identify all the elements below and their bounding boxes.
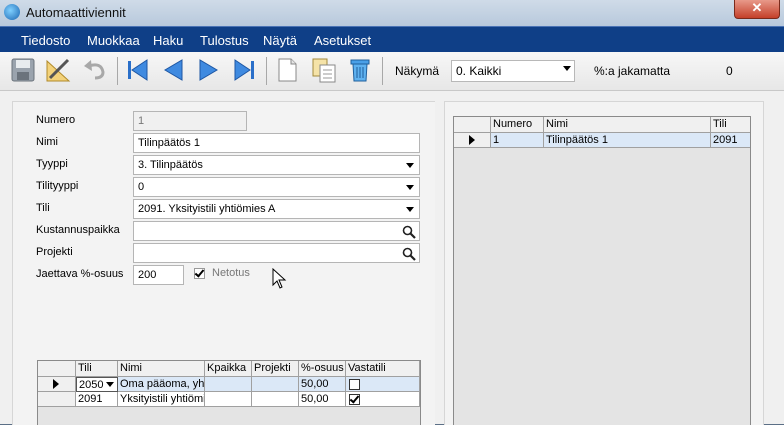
first-record-button[interactable]	[123, 56, 151, 84]
menu-nayta[interactable]: Näytä	[263, 33, 297, 48]
chevron-down-icon	[406, 163, 414, 168]
save-button[interactable]	[9, 56, 37, 84]
table-cell-kpaikka[interactable]	[205, 377, 252, 392]
grid-corner	[454, 117, 491, 133]
column-header-nimi[interactable]: Nimi	[544, 117, 711, 133]
jaettava-label: Jaettava %-osuus	[36, 268, 124, 280]
kustannuspaikka-label: Kustannuspaikka	[36, 224, 120, 236]
column-header-nimi[interactable]: Nimi	[118, 361, 205, 377]
tyyppi-value: 3. Tilinpäätös	[138, 159, 203, 171]
tyyppi-select[interactable]: 3. Tilinpäätös	[133, 155, 420, 175]
row-header[interactable]	[454, 133, 491, 148]
undo-button[interactable]	[81, 56, 109, 84]
detail-grid: Tili Nimi Kpaikka Projekti %-osuus Vasta…	[37, 360, 421, 425]
cell-text: 2050	[79, 379, 104, 391]
menu-haku[interactable]: Haku	[153, 33, 183, 48]
previous-record-button[interactable]	[159, 56, 187, 84]
projekti-label: Projekti	[36, 246, 73, 258]
search-icon[interactable]	[401, 224, 417, 240]
table-cell-nimi[interactable]: Tilinpäätös 1	[544, 133, 711, 148]
edit-button[interactable]	[44, 56, 72, 84]
column-header-numero[interactable]: Numero	[491, 117, 544, 133]
toolbar-separator	[382, 57, 383, 85]
nimi-value: Tilinpäätös 1	[138, 137, 200, 149]
table-cell-tili[interactable]: 2091	[76, 392, 118, 407]
nimi-field[interactable]: Tilinpäätös 1	[133, 133, 420, 153]
table-cell-kpaikka[interactable]	[205, 392, 252, 407]
column-header-tili[interactable]: Tili	[711, 117, 750, 133]
row-header[interactable]	[38, 377, 76, 392]
table-cell-projekti[interactable]	[252, 377, 299, 392]
table-cell-vastatili	[346, 392, 420, 407]
table-cell-tili[interactable]: 2091	[711, 133, 750, 148]
chevron-down-icon[interactable]	[106, 382, 114, 387]
view-label: Näkymä	[395, 64, 440, 78]
netotus-checkbox[interactable]	[194, 268, 205, 279]
jaettava-value: 200	[138, 269, 157, 281]
new-document-button[interactable]	[273, 56, 301, 84]
copy-document-button[interactable]	[310, 56, 338, 84]
table-cell-numero[interactable]: 1	[491, 133, 544, 148]
column-header-osuus[interactable]: %-osuus	[299, 361, 346, 377]
menu-muokkaa[interactable]: Muokkaa	[87, 33, 140, 48]
table-cell-projekti[interactable]	[252, 392, 299, 407]
view-select-value: 0. Kaikki	[456, 64, 502, 78]
menu-tulostus[interactable]: Tulostus	[200, 33, 249, 48]
tili-value: 2091. Yksityistili yhtiömies A	[138, 203, 276, 215]
view-select[interactable]: 0. Kaikki	[451, 60, 575, 82]
column-header-projekti[interactable]: Projekti	[252, 361, 299, 377]
projekti-field[interactable]	[133, 243, 420, 263]
unallocated-value: 0	[726, 64, 733, 78]
chevron-down-icon	[406, 185, 414, 190]
numero-label: Numero	[36, 114, 76, 126]
table-cell-osuus[interactable]: 50,00	[299, 377, 346, 392]
vastatili-checkbox[interactable]	[349, 379, 360, 390]
tyyppi-label: Tyyppi	[36, 158, 68, 170]
chevron-down-icon	[406, 207, 414, 212]
record-list-grid: Numero Nimi Tili 1 Tilinpäätös 1 2091	[453, 116, 751, 425]
row-header[interactable]	[38, 392, 76, 407]
grid-empty-area	[38, 407, 420, 425]
app-logo-icon	[4, 4, 20, 20]
menu-asetukset[interactable]: Asetukset	[314, 33, 371, 48]
jaettava-field[interactable]: 200	[133, 265, 184, 285]
table-cell-nimi[interactable]: Yksityistili yhtiömi	[118, 392, 205, 407]
table-cell-tili[interactable]: 2050	[76, 377, 118, 392]
column-header-vastatili[interactable]: Vastatili	[346, 361, 420, 377]
close-button[interactable]: ✕	[734, 0, 780, 19]
current-row-icon	[469, 135, 475, 145]
chevron-down-icon	[563, 66, 571, 71]
toolbar-separator	[266, 57, 267, 85]
current-row-icon	[53, 379, 59, 389]
next-record-button[interactable]	[195, 56, 223, 84]
tilityyppi-label: Tilityyppi	[36, 180, 79, 192]
column-header-tili[interactable]: Tili	[76, 361, 118, 377]
window-title: Automaattiviennit	[26, 5, 126, 20]
vastatili-checkbox[interactable]	[349, 394, 360, 405]
title-bar: Automaattiviennit ✕	[0, 0, 784, 26]
mouse-cursor-icon	[272, 268, 287, 289]
nimi-label: Nimi	[36, 136, 58, 148]
trash-icon[interactable]	[346, 56, 374, 84]
menu-bar: Tiedosto Muokkaa Haku Tulostus Näytä Ase…	[0, 26, 784, 53]
search-icon[interactable]	[401, 246, 417, 262]
toolbar: Näkymä 0. Kaikki %:a jakamatta 0	[0, 52, 784, 91]
netotus-label: Netotus	[212, 267, 250, 279]
table-cell-vastatili	[346, 377, 420, 392]
tili-select[interactable]: 2091. Yksityistili yhtiömies A	[133, 199, 420, 219]
tili-label: Tili	[36, 202, 50, 214]
grid-corner	[38, 361, 76, 377]
kustannuspaikka-field[interactable]	[133, 221, 420, 241]
menu-tiedosto[interactable]: Tiedosto	[21, 33, 70, 48]
tilityyppi-value: 0	[138, 181, 145, 193]
numero-value: 1	[138, 115, 145, 127]
table-cell-nimi[interactable]: Oma pääoma, yht	[118, 377, 205, 392]
toolbar-separator	[117, 57, 118, 85]
unallocated-label: %:a jakamatta	[594, 64, 671, 78]
tilityyppi-select[interactable]: 0	[133, 177, 420, 197]
last-record-button[interactable]	[231, 56, 259, 84]
table-cell-osuus[interactable]: 50,00	[299, 392, 346, 407]
numero-field: 1	[133, 111, 247, 131]
column-header-kpaikka[interactable]: Kpaikka	[205, 361, 252, 377]
